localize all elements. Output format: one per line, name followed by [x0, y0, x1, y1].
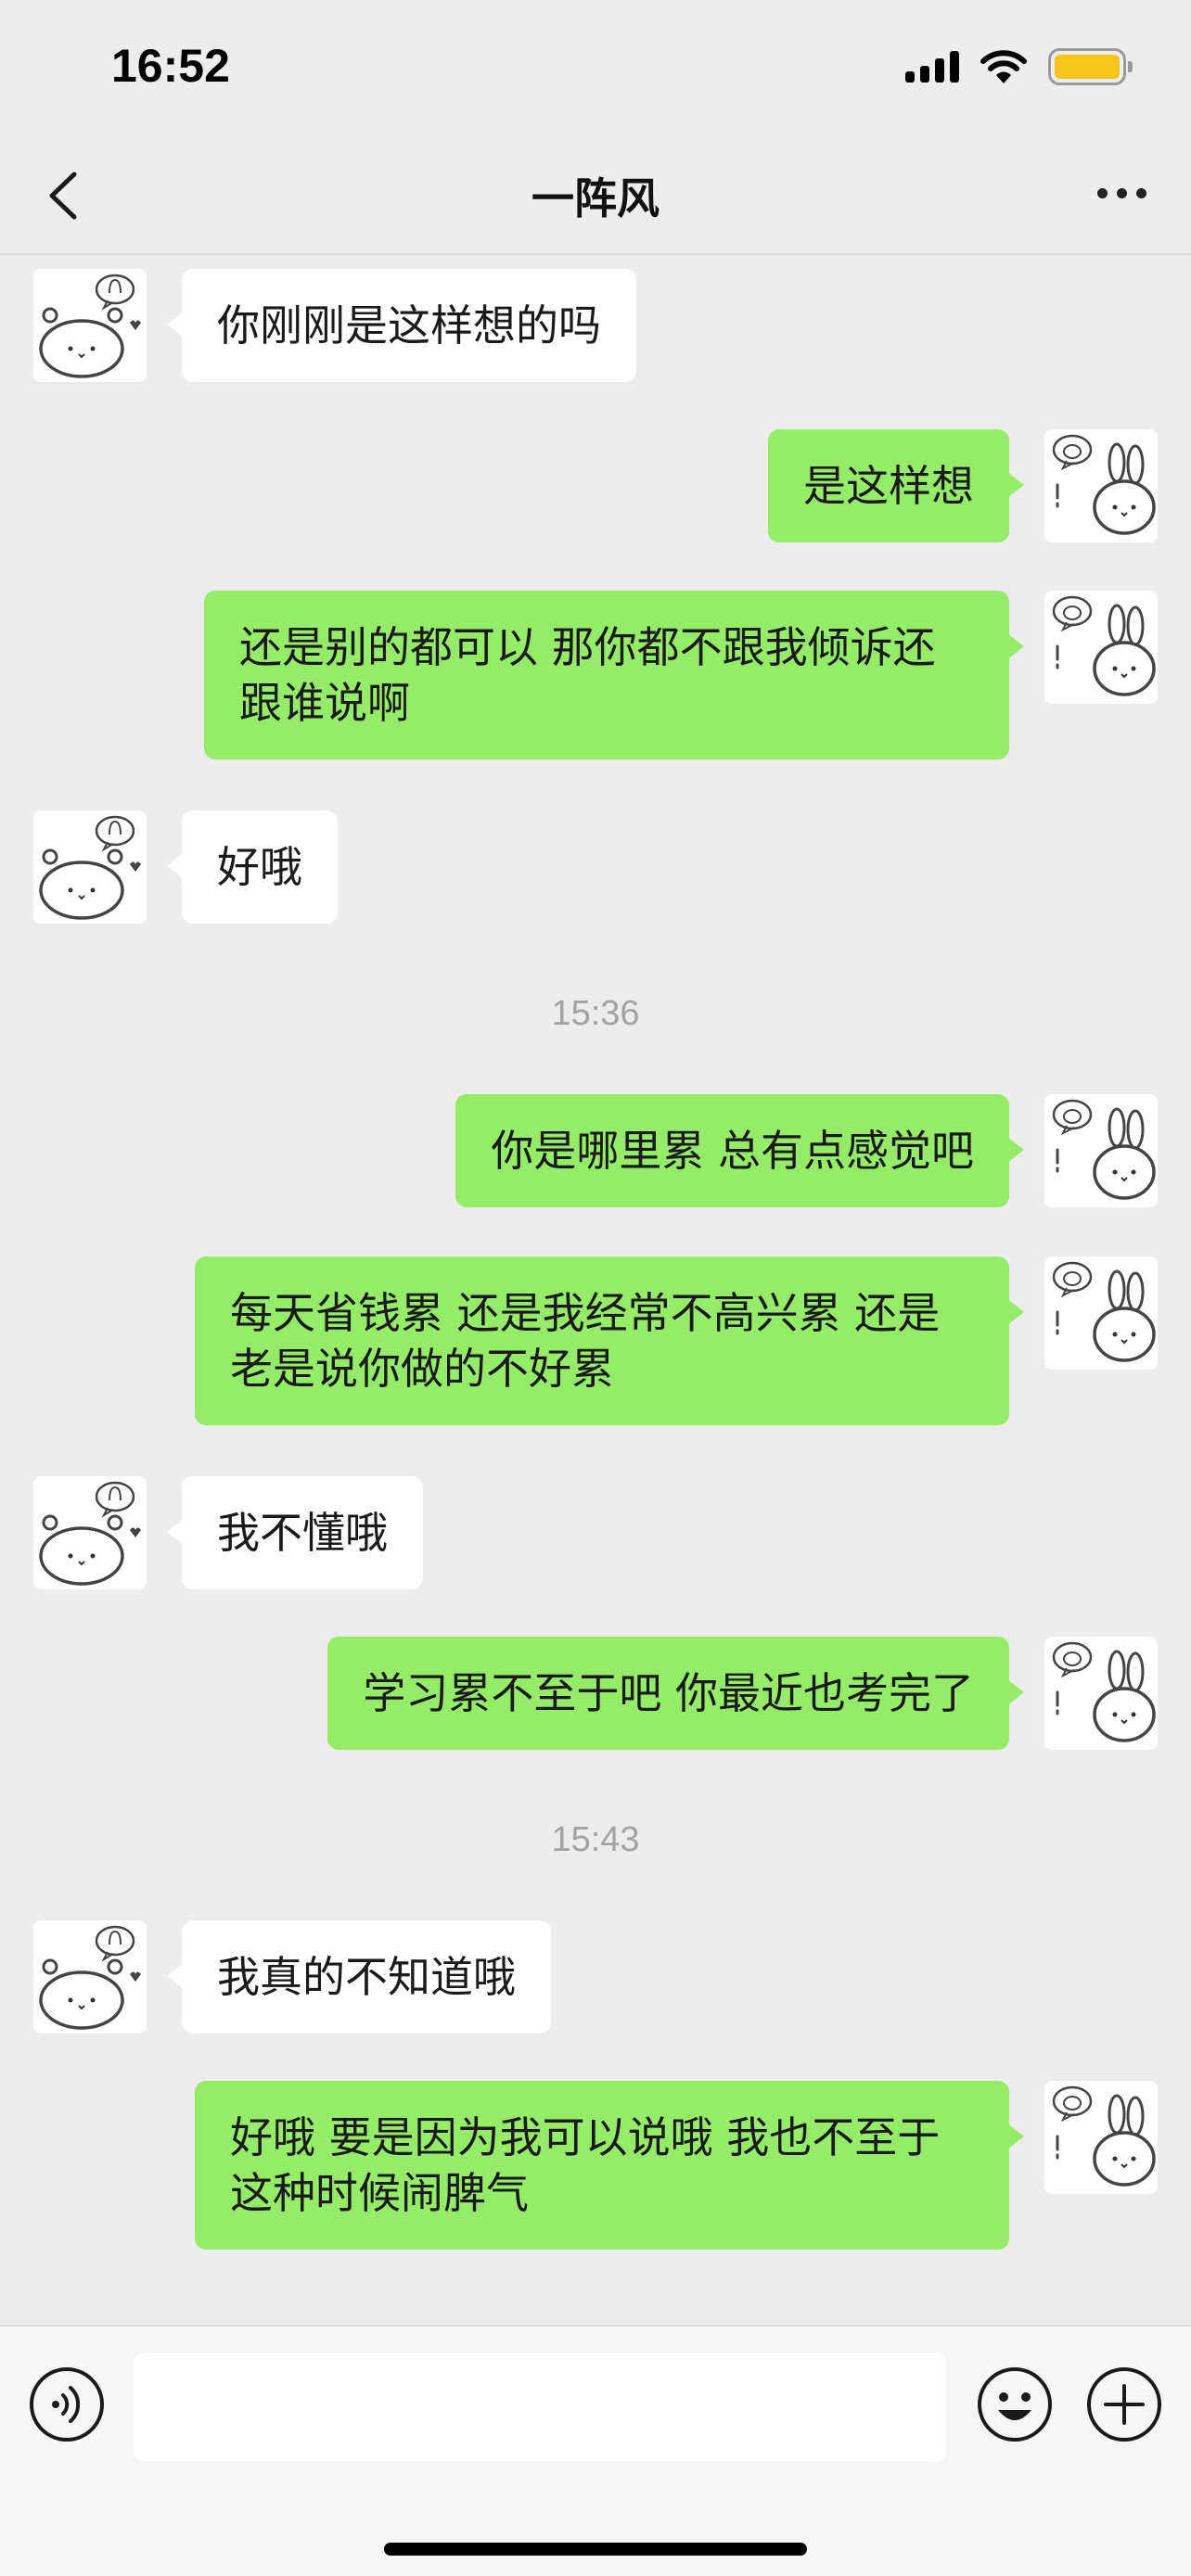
- input-bar: [0, 2325, 1191, 2576]
- bunny-doodle-icon: [1052, 434, 1156, 535]
- my-avatar[interactable]: [1044, 591, 1158, 704]
- message-input[interactable]: [134, 2353, 946, 2462]
- my-avatar[interactable]: [1044, 2081, 1158, 2194]
- contact-avatar[interactable]: [33, 269, 147, 382]
- chat-title: 一阵风: [531, 173, 660, 223]
- contact-avatar[interactable]: [33, 810, 147, 924]
- message-bubble[interactable]: 你刚刚是这样想的吗: [167, 269, 636, 382]
- my-avatar[interactable]: [1044, 1256, 1158, 1370]
- message-list[interactable]: 你刚刚是这样想的吗 是这样想 还是别的都可以 那你都不跟我倾诉还跟谁说啊 好哦 …: [0, 257, 1191, 2325]
- message-bubble[interactable]: 是这样想: [768, 429, 1024, 542]
- chat-header: 一阵风: [0, 139, 1191, 255]
- bunny-doodle-icon: [1052, 2085, 1156, 2187]
- bear-doodle-icon: [39, 815, 141, 920]
- bear-doodle-icon: [39, 274, 141, 378]
- more-dot: [1135, 187, 1146, 198]
- battery-icon: [1048, 48, 1133, 85]
- bunny-doodle-icon: [1052, 595, 1156, 696]
- wifi-icon: [980, 50, 1027, 83]
- more-dot: [1116, 187, 1127, 198]
- status-bar: 16:52: [0, 0, 1191, 139]
- contact-avatar[interactable]: [33, 1476, 147, 1589]
- message-bubble[interactable]: 还是别的都可以 那你都不跟我倾诉还跟谁说啊: [204, 591, 1024, 759]
- message-bubble[interactable]: 好哦 要是因为我可以说哦 我也不至于这种时候闹脾气: [195, 2081, 1024, 2250]
- message-bubble[interactable]: 好哦: [167, 810, 338, 924]
- timestamp: 15:36: [551, 994, 640, 1033]
- voice-input-button[interactable]: [28, 2366, 106, 2443]
- contact-avatar[interactable]: [33, 1920, 147, 2034]
- my-avatar[interactable]: [1044, 429, 1158, 542]
- more-dot: [1096, 187, 1108, 198]
- emoji-button[interactable]: [976, 2366, 1054, 2443]
- status-icons: [905, 46, 1133, 87]
- bunny-doodle-icon: [1052, 1641, 1156, 1742]
- battery-level: [1055, 55, 1120, 79]
- message-bubble[interactable]: 我不懂哦: [167, 1476, 423, 1589]
- message-bubble[interactable]: 学习累不至于吧 你最近也考完了: [327, 1637, 1024, 1750]
- message-bubble[interactable]: 每天省钱累 还是我经常不高兴累 还是老是说你做的不好累: [195, 1256, 1024, 1425]
- bunny-doodle-icon: [1052, 1099, 1156, 1200]
- message-bubble[interactable]: 我真的不知道哦: [167, 1920, 551, 2034]
- bear-doodle-icon: [39, 1925, 141, 2030]
- home-indicator: [384, 2543, 807, 2556]
- my-avatar[interactable]: [1044, 1637, 1158, 1750]
- bunny-doodle-icon: [1052, 1261, 1156, 1362]
- bear-doodle-icon: [39, 1481, 141, 1586]
- message-bubble[interactable]: 你是哪里累 总有点感觉吧: [455, 1094, 1024, 1207]
- my-avatar[interactable]: [1044, 1094, 1158, 1207]
- more-functions-button[interactable]: [1085, 2366, 1163, 2443]
- more-options-button[interactable]: [1089, 174, 1154, 211]
- cellular-signal-icon: [905, 51, 959, 83]
- status-time: 16:52: [111, 40, 230, 92]
- timestamp: 15:43: [551, 1820, 640, 1859]
